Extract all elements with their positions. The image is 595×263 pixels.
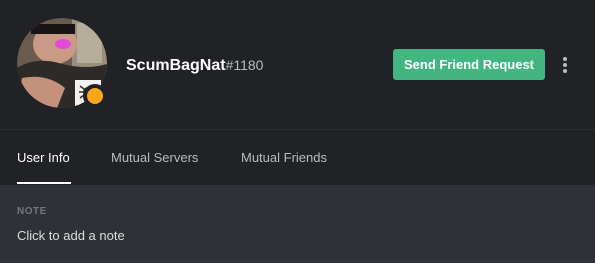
idle-status-icon: [87, 88, 103, 104]
status-indicator: [83, 84, 107, 108]
note-label: NOTE: [17, 206, 47, 217]
user-profile-modal: ScumBagNat#1180 Send Friend Request User…: [0, 0, 595, 263]
profile-header: ScumBagNat#1180 Send Friend Request: [0, 0, 595, 130]
vertical-ellipsis-icon[interactable]: [557, 52, 573, 76]
discriminator: #1180: [225, 57, 264, 73]
send-friend-request-button[interactable]: Send Friend Request: [393, 49, 545, 80]
tab-user-info[interactable]: User Info: [17, 150, 70, 165]
username: ScumBagNat: [126, 57, 226, 74]
tab-mutual-friends[interactable]: Mutual Friends: [241, 150, 327, 165]
note-section: NOTE Click to add a note: [0, 185, 595, 263]
active-tab-indicator: [17, 182, 71, 184]
tab-mutual-servers[interactable]: Mutual Servers: [111, 150, 198, 165]
note-input[interactable]: Click to add a note: [17, 228, 125, 244]
profile-tab-bar: User Info Mutual Servers Mutual Friends: [0, 130, 595, 185]
avatar[interactable]: [17, 18, 107, 108]
user-name-tag: ScumBagNat#1180: [126, 55, 263, 76]
